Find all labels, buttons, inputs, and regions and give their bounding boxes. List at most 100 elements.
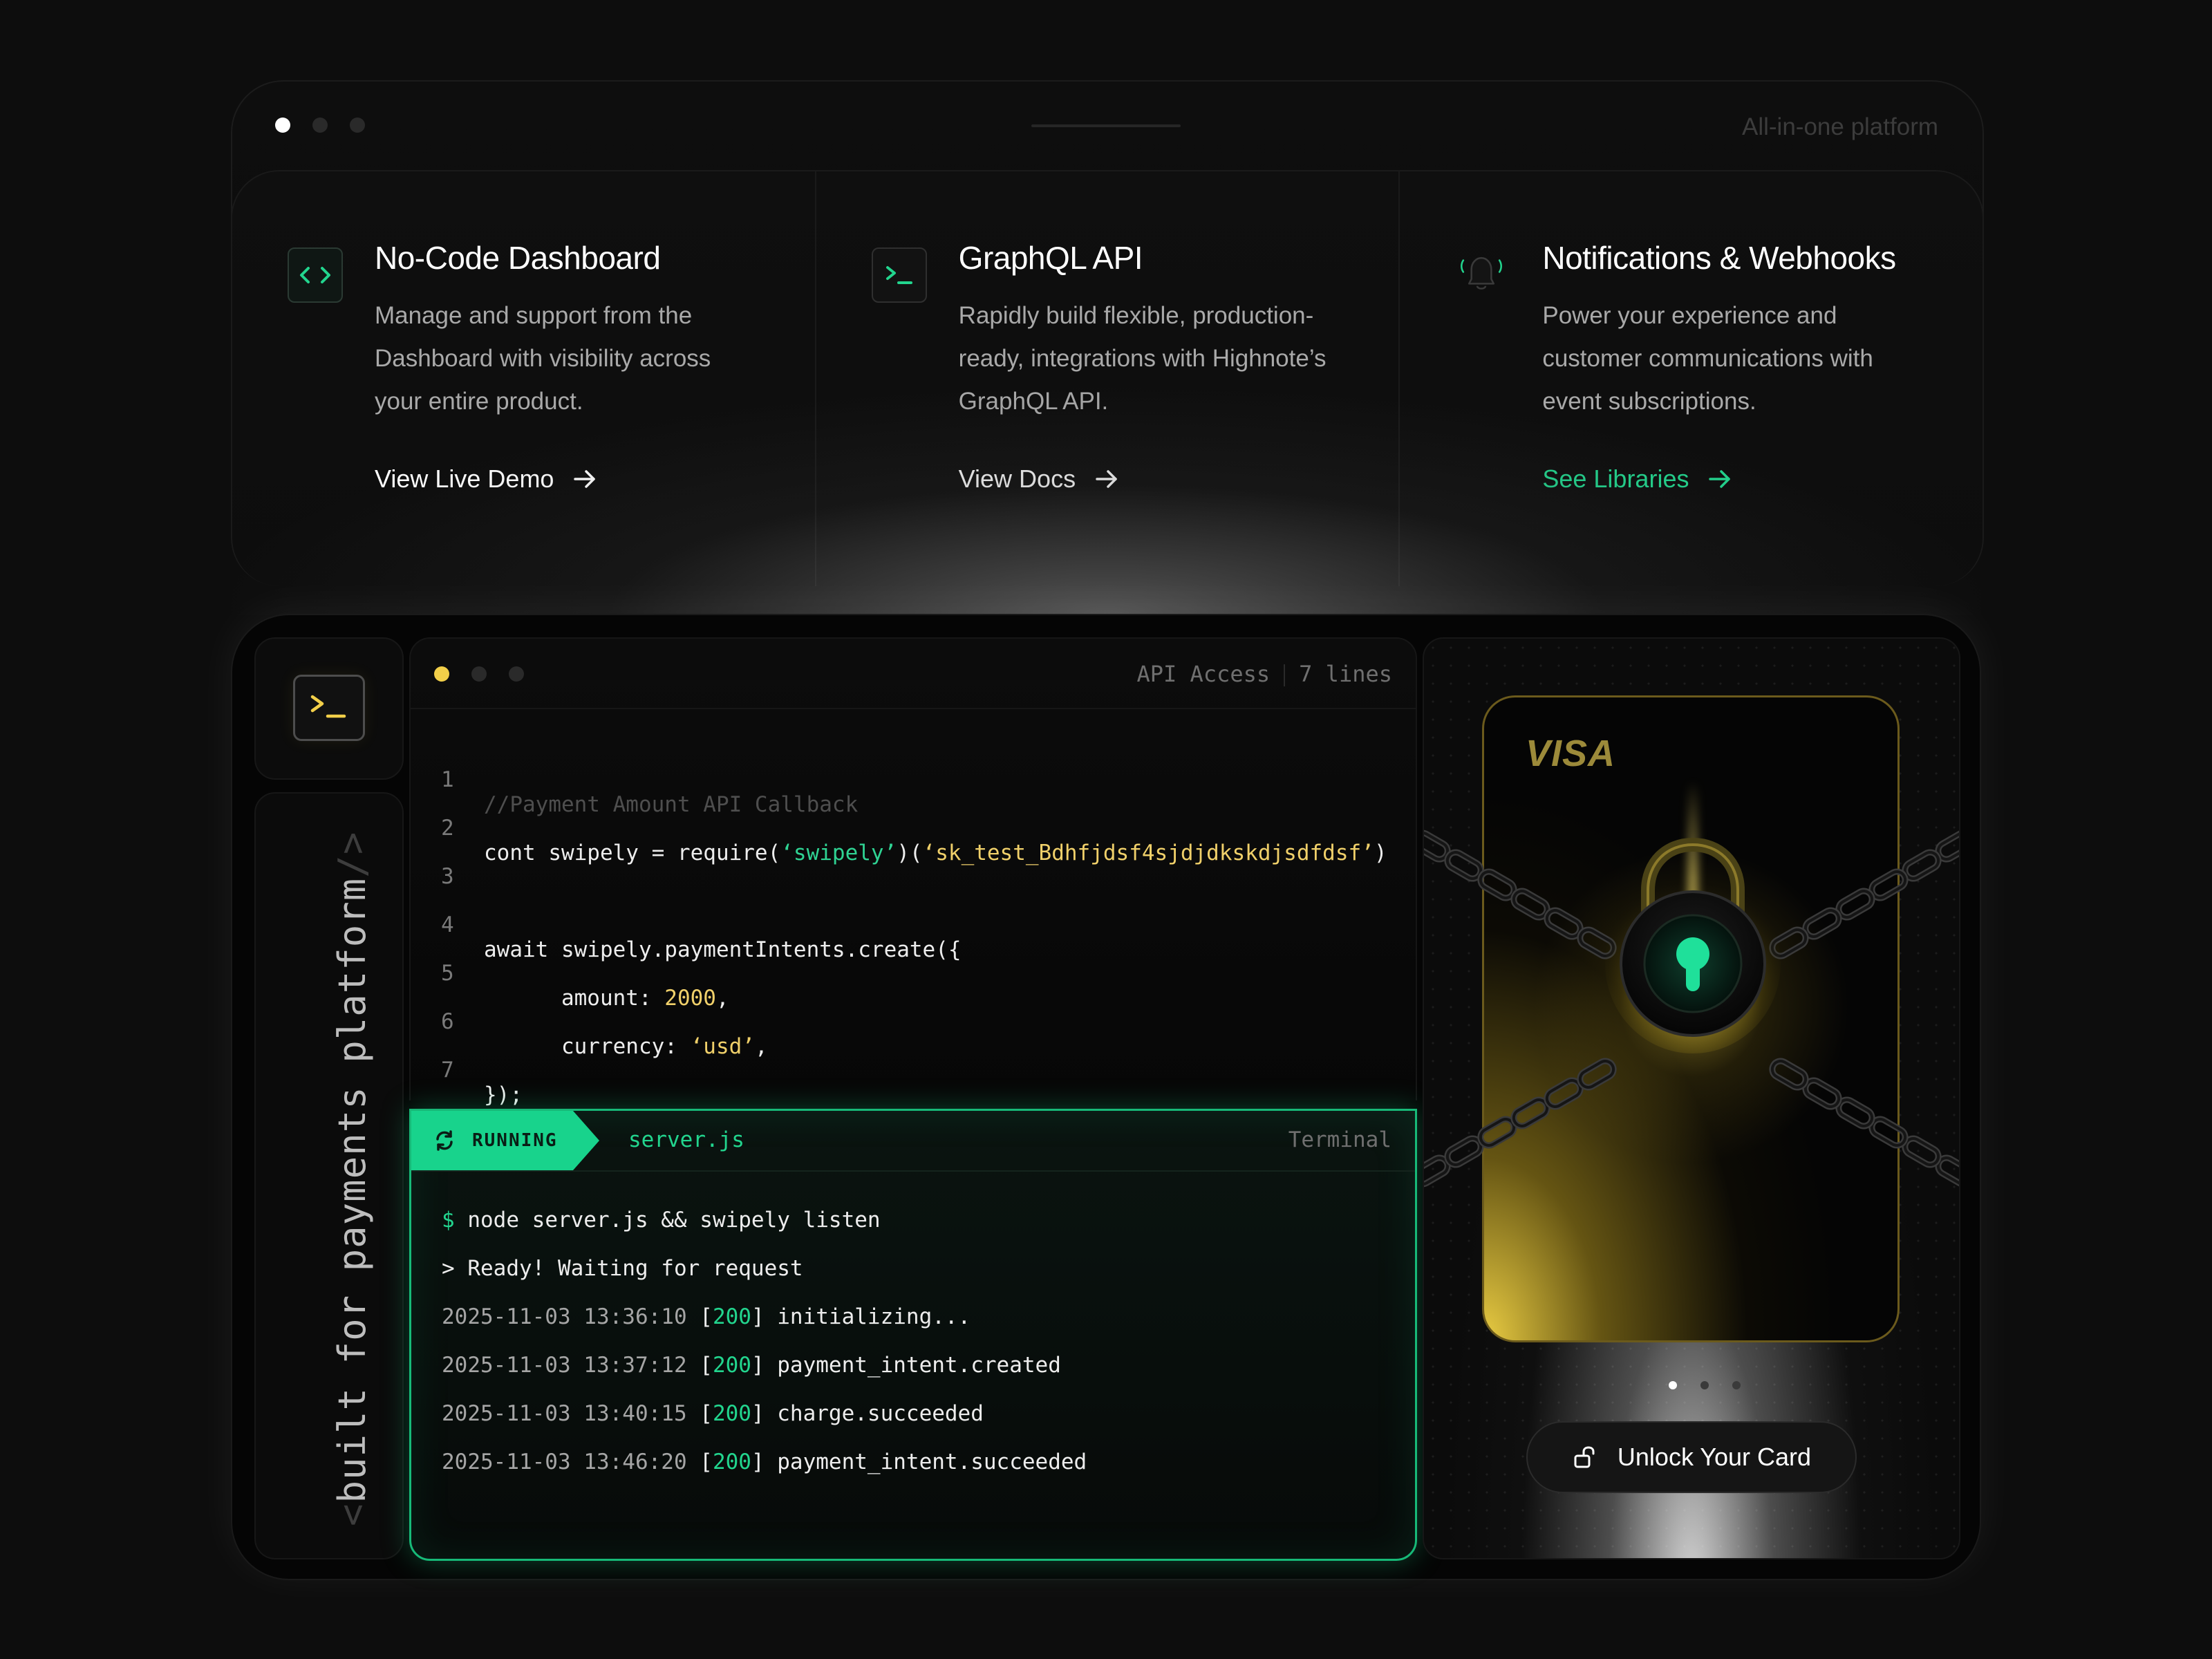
window-dots [275,118,365,133]
unlock-card-button[interactable]: Unlock Your Card [1526,1421,1857,1493]
view-live-demo-link[interactable]: View Live Demo [375,465,597,494]
editor-meta: API Access 7 lines [1136,661,1392,687]
line-number: 7 [441,1058,454,1082]
window-dots [434,666,524,682]
log-line: 2025-11-03 13:40:15 [200] charge.succeed… [442,1401,984,1426]
editor-section: API Access [1136,661,1271,687]
log-line: 2025-11-03 13:36:10 [200] initializing..… [442,1304,971,1329]
code-line: 1 //Payment Amount API Callback [411,742,1416,817]
feature-description: Manage and support from the Dashboard wi… [375,302,711,415]
line-number: 5 [441,961,454,986]
platform-tagline: All-in-one platform [1742,113,1938,140]
command-text: node server.js && swipely listen [454,1208,881,1232]
line-number: 6 [441,1009,454,1034]
carousel-dots[interactable] [1669,1381,1741,1389]
vertical-tagline: <built for payments platform/> [330,832,374,1526]
feature-no-code-dashboard: No-Code Dashboard Manage and support fro… [232,171,816,586]
tag-close: /> [330,831,374,878]
feature-notifications-webhooks: Notifications & Webhooks Power your expe… [1400,171,1983,586]
log-line: 2025-11-03 13:37:12 [200] payment_intent… [442,1353,1061,1378]
terminal-command-line: $ node server.js && swipely listen [442,1208,1401,1256]
log-status-code: 200 [712,1304,751,1329]
line-number: 1 [441,767,454,792]
arrow-right-icon [1709,470,1731,488]
divider [1284,664,1286,686]
code-line: 4 await swipely.paymentIntents.create({ [411,888,1416,962]
terminal-icon [871,247,927,303]
feature-title: GraphQL API [958,240,1143,276]
log-event: initializing... [777,1304,971,1329]
code-text: }); [484,1082,523,1107]
log-line: 2025-11-03 13:46:20 [200] payment_intent… [442,1450,1087,1474]
sidebar-label-panel: <built for payments platform/> [254,792,404,1559]
editor-header: API Access 7 lines [411,639,1416,709]
log-timestamp: 2025-11-03 13:36:10 [442,1304,687,1329]
status-label: RUNNING [472,1130,558,1151]
see-libraries-link[interactable]: See Libraries [1542,465,1732,494]
terminal-panel: RUNNING server.js Terminal $ node server… [409,1109,1417,1561]
card-showcase: VISA Unlock Your Card [1423,637,1960,1559]
carousel-dot[interactable] [1700,1381,1709,1389]
terminal-file-tab[interactable]: server.js [628,1127,744,1152]
log-timestamp: 2025-11-03 13:46:20 [442,1450,687,1474]
feature-description: Power your experience and customer commu… [1542,302,1873,415]
unlock-icon [1574,1446,1595,1468]
log-event: charge.succeeded [777,1401,984,1426]
log-event: payment_intent.succeeded [777,1450,1087,1474]
line-number: 3 [441,864,454,889]
prompt-symbol: $ [442,1208,455,1232]
code-line: 3 [411,839,1416,889]
window-dot [434,666,449,682]
developer-console-device: <built for payments platform/> API Acces… [231,614,1981,1580]
arrow-right-icon [574,470,596,488]
padlock-icon [1605,837,1781,1053]
view-docs-link[interactable]: View Docs [959,465,1118,494]
code-line: 6 currency: ‘usd’, [411,984,1416,1059]
feature-description: Rapidly build flexible, production-ready… [958,302,1327,415]
code-line: 7 }); [411,1033,1416,1107]
code-line: 2 cont swipely = require(‘swipely’)(‘sk_… [411,791,1416,865]
line-number: 4 [441,912,454,937]
log-status-code: 200 [712,1401,751,1426]
code-line: 5 amount: 2000, [411,936,1416,1011]
features-panel: All-in-one platform No-Code Dashboard Ma… [231,80,1984,586]
code-brackets-icon [288,247,343,303]
drag-handle[interactable] [1031,124,1181,127]
log-status-code: 200 [712,1353,751,1378]
window-dot [509,666,524,682]
window-dot [275,118,290,133]
terminal-line: > Ready! Waiting for request [442,1256,803,1281]
running-status-badge: RUNNING [411,1111,599,1170]
log-status-code: 200 [712,1450,751,1474]
log-event: payment_intent.created [777,1353,1061,1378]
code-editor: API Access 7 lines 1 //Payment Amount API… [409,637,1417,1107]
line-number: 2 [441,816,454,841]
editor-line-count: 7 lines [1299,661,1392,687]
arrow-right-icon [1096,470,1117,488]
sidebar-terminal-tile[interactable] [254,637,404,780]
window-dot [312,118,328,133]
feature-title: No-Code Dashboard [375,240,661,276]
tagline-text: built for payments platform [330,877,374,1503]
terminal-header: RUNNING server.js Terminal [411,1111,1415,1172]
terminal-label: Terminal [1288,1127,1391,1152]
feature-title: Notifications & Webhooks [1542,240,1896,276]
link-label: View Docs [958,465,1076,493]
tag-open: < [330,1503,374,1526]
carousel-dot[interactable] [1732,1381,1741,1389]
unlock-card-label: Unlock Your Card [1617,1443,1812,1471]
log-timestamp: 2025-11-03 13:40:15 [442,1401,687,1426]
window-dot [350,118,365,133]
refresh-icon [436,1130,453,1151]
terminal-output[interactable]: $ node server.js && swipely listen > Rea… [442,1208,1401,1498]
feature-graphql-api: GraphQL API Rapidly build flexible, prod… [816,171,1400,586]
window-dot [471,666,487,682]
feature-columns: No-Code Dashboard Manage and support fro… [231,170,1984,586]
link-label: See Libraries [1542,465,1689,493]
bell-icon [1455,247,1508,300]
link-label: View Live Demo [375,465,554,493]
log-timestamp: 2025-11-03 13:37:12 [442,1353,687,1378]
carousel-dot[interactable] [1669,1381,1677,1389]
terminal-icon [293,675,365,741]
code-lines[interactable]: 1 //Payment Amount API Callback 2 cont s… [411,742,1416,1107]
